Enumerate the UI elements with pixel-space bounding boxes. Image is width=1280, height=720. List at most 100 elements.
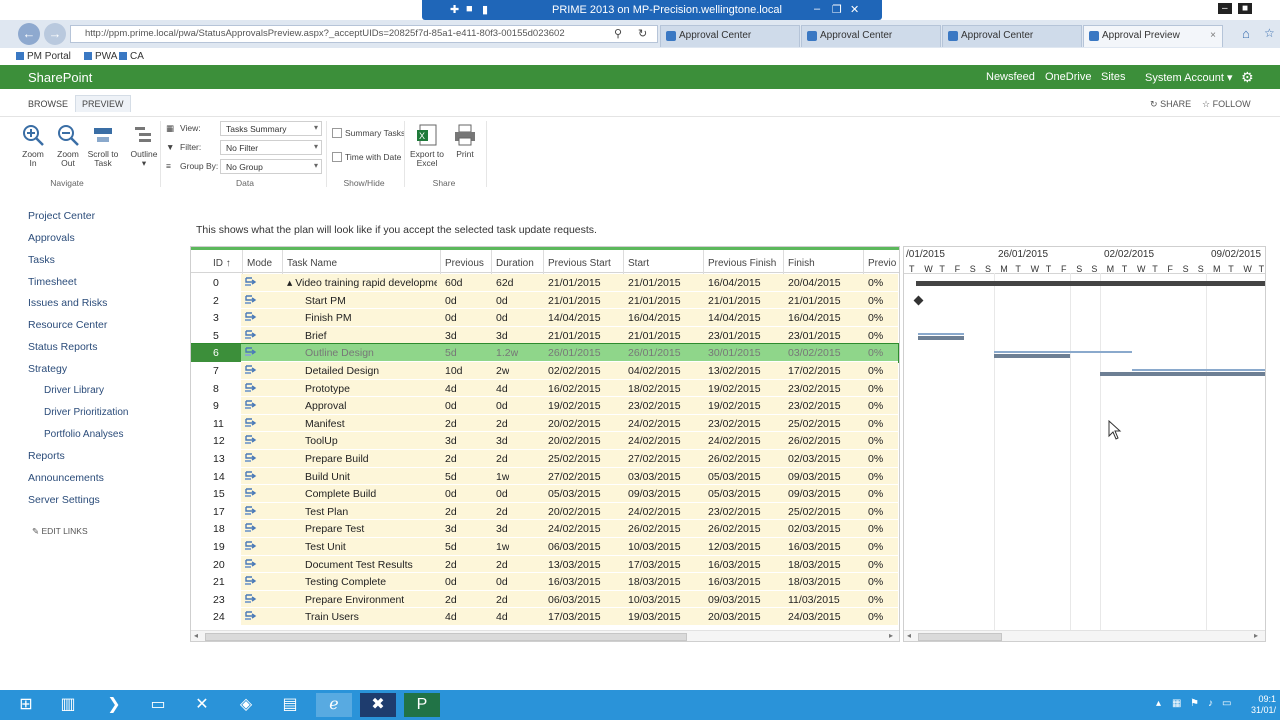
nav-item[interactable]: Tasks [28,254,55,266]
nav-item[interactable]: Status Reports [28,341,97,353]
task-name[interactable]: Build Unit [305,471,445,483]
task-name[interactable]: Prepare Build [305,453,445,465]
scrollbar-thumb[interactable] [205,633,687,641]
browser-tab[interactable]: Approval Center [801,25,941,47]
task-name[interactable]: Start PM [305,295,445,307]
address-bar[interactable]: http://ppm.prime.local/pwa/StatusApprova… [70,25,658,43]
task-name[interactable]: Test Unit [305,541,445,553]
scroll-left-icon[interactable]: ◂ [907,631,911,640]
nav-item[interactable]: Announcements [28,472,104,484]
remote-tools-icon[interactable]: ✖ [360,693,396,717]
gantt-horizontal-scrollbar[interactable]: ◂ ▸ [904,630,1265,641]
file-explorer-icon[interactable]: ▭ [140,693,176,717]
column-header[interactable]: Finish [788,258,815,269]
sharepoint-shell-icon[interactable]: ▤ [272,693,308,717]
scroll-to-task-button[interactable]: Scroll to Task [86,123,120,168]
onedrive-link[interactable]: OneDrive [1045,71,1091,83]
tab-preview[interactable]: PREVIEW [75,95,131,112]
window-minimize-icon[interactable]: – [1218,3,1232,14]
tab-close-icon[interactable]: × [1210,30,1216,41]
table-row[interactable]: 3 Finish PM 0d 0d 14/04/2015 16/04/2015 14/04/… [191,309,898,327]
nav-item[interactable]: Timesheet [28,276,77,288]
zoom-out-button[interactable]: Zoom Out [53,123,83,168]
filter-select[interactable]: No Filter [220,140,322,155]
browser-tab[interactable]: Approval Center [942,25,1082,47]
system-clock[interactable]: 09:1 31/01/ [1251,694,1276,716]
tab-browse[interactable]: BROWSE [28,99,68,109]
table-row[interactable]: 2 Start PM 0d 0d 21/01/2015 21/01/2015 21/01/2… [191,291,898,310]
nav-item[interactable]: Reports [28,450,65,462]
scroll-left-icon[interactable]: ◂ [194,631,198,640]
task-name[interactable]: Manifest [305,418,445,430]
task-name[interactable]: Prepare Test [305,523,445,535]
powershell-icon[interactable]: ❯ [96,693,132,717]
task-name[interactable]: Approval [305,400,445,412]
gear-icon[interactable]: ⚙ [1241,69,1254,86]
minimize-icon[interactable]: – [814,3,820,15]
browser-tab-active[interactable]: Approval Preview × [1083,25,1223,47]
table-row[interactable]: 5 Brief 3d 3d 21/01/2015 21/01/2015 23/01/2015… [191,326,898,345]
task-name[interactable]: Testing Complete [305,576,445,588]
task-name[interactable]: Prepare Environment [305,594,445,606]
zoom-in-button[interactable]: Zoom In [18,123,48,168]
table-row[interactable]: 8 Prototype 4d 4d 16/02/2015 18/02/2015 19/02/… [191,379,898,398]
scrollbar-thumb[interactable] [918,633,1002,641]
edit-links-button[interactable]: ✎ EDIT LINKS [32,526,88,537]
table-row[interactable]: 11 Manifest 2d 2d 20/02/2015 24/02/2015 23/02/… [191,414,898,433]
column-header[interactable]: Previous Start [548,258,611,269]
column-header[interactable]: Mode [247,258,272,269]
task-bar[interactable] [994,354,1070,358]
table-row[interactable]: 17 Test Plan 2d 2d 20/02/2015 24/02/2015 23/02… [191,502,898,521]
column-separator[interactable] [703,250,704,276]
table-row[interactable]: 19 Test Unit 5d 1w 06/03/2015 10/03/2015 12/03… [191,538,898,556]
table-row[interactable]: 7 Detailed Design 10d 2w 02/02/2015 04/02/201… [191,362,898,380]
nav-item[interactable]: Issues and Risks [28,297,107,309]
table-row-selected[interactable]: 6 Outline Design 5d 1.2w 26/01/2015 26/01/201… [191,343,899,363]
table-row[interactable]: 0 ▴ Video training rapid developme 60d 62d 2… [191,274,898,292]
column-header[interactable]: Start [628,258,649,269]
brand-title[interactable]: SharePoint [28,70,92,85]
nav-item[interactable]: Project Center [28,210,95,222]
column-separator[interactable] [440,250,441,276]
column-header[interactable]: Previous Finish [708,258,776,269]
internet-explorer-icon[interactable]: ℯ [316,693,352,717]
sql-icon[interactable]: ◈ [228,693,264,717]
view-select[interactable]: Tasks Summary [220,121,322,136]
task-name[interactable]: Outline Design [305,347,445,359]
task-name[interactable]: Test Plan [305,506,445,518]
column-separator[interactable] [783,250,784,276]
project-icon[interactable]: P [404,693,440,717]
nav-item[interactable]: Driver Library [44,385,104,396]
task-name[interactable]: Complete Build [305,488,445,500]
scroll-right-icon[interactable]: ▸ [889,631,893,640]
export-to-excel-button[interactable]: X Export to Excel [406,123,448,168]
column-separator[interactable] [623,250,624,276]
tray-volume-icon[interactable]: ♪ [1208,698,1213,709]
favorite-link[interactable]: PM Portal [27,51,71,62]
task-name[interactable]: Train Users [305,611,445,623]
nav-item[interactable]: Portfolio Analyses [44,429,124,440]
nav-item[interactable]: Strategy [28,363,67,375]
milestone-marker[interactable] [913,295,924,306]
nav-item[interactable]: Approvals [28,232,75,244]
print-button[interactable]: Print [450,123,480,159]
back-button[interactable]: ← [18,23,40,45]
pin-icon[interactable]: ✚ [450,3,459,16]
share-button[interactable]: ↻ SHARE [1150,99,1191,110]
favorite-link[interactable]: PWA [95,51,117,62]
refresh-icon[interactable]: ↻ [638,27,647,40]
time-with-date-checkbox[interactable]: Time with Date [332,152,401,162]
grid-horizontal-scrollbar[interactable]: ◂ ▸ [191,630,899,641]
server-manager-icon[interactable]: ▥ [50,693,86,717]
window-maximize-icon[interactable]: ■ [1238,3,1253,14]
tray-flag-icon[interactable]: ⚑ [1190,698,1199,709]
tools-icon[interactable]: ✕ [184,693,220,717]
table-row[interactable]: 9 Approval 0d 0d 19/02/2015 23/02/2015 19/02/2… [191,397,898,415]
forward-button[interactable]: → [44,23,66,45]
task-bar[interactable] [918,336,964,340]
task-bar[interactable] [1100,372,1265,376]
task-name[interactable]: Prototype [305,383,445,395]
nav-item[interactable]: Resource Center [28,319,107,331]
task-name[interactable]: Document Test Results [305,559,445,571]
table-row[interactable]: 20 Document Test Results 2d 2d 13/03/2015 17/… [191,555,898,574]
